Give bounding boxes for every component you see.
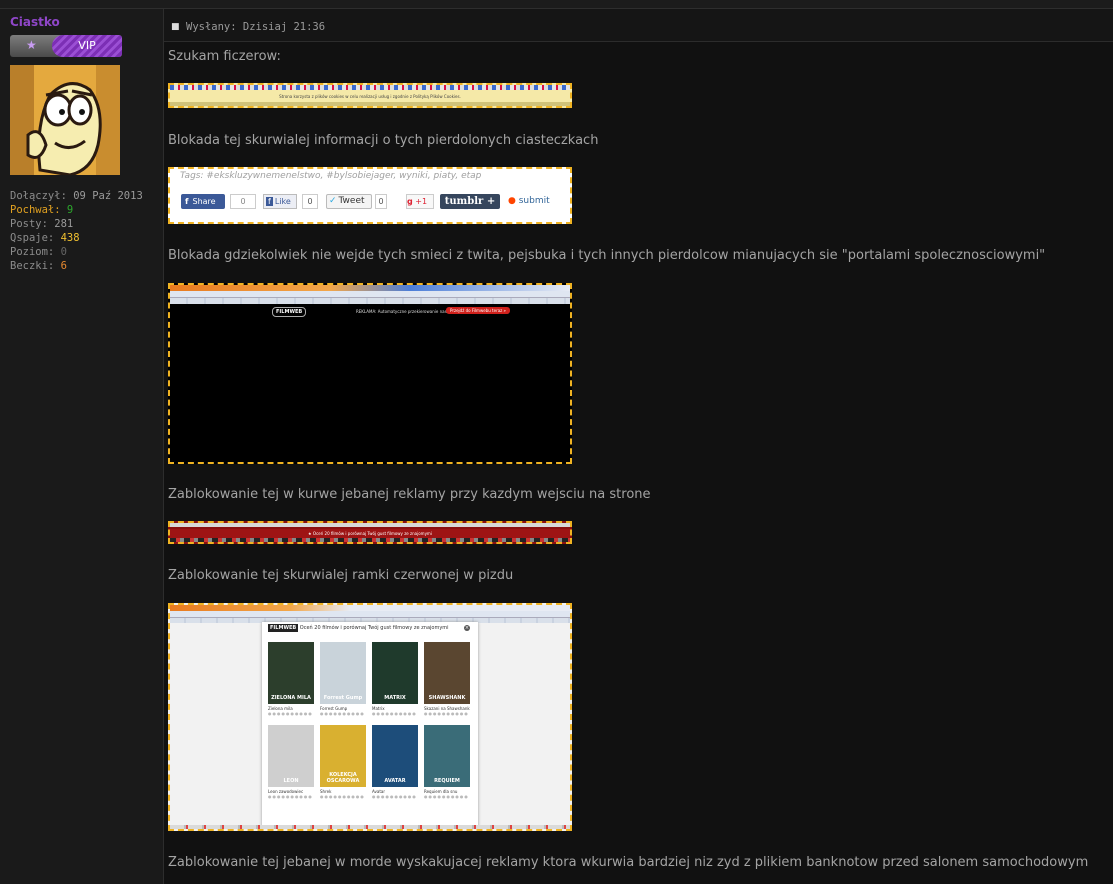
filmweb-brand: FILMWEB [276, 309, 303, 315]
movie-poster: AVATAR [372, 725, 418, 787]
user-profile-sidebar: Ciastko ★ VIP Dołączył: 09 Paź 2013 Poch… [0, 9, 164, 884]
fb-share-button: f Share [181, 194, 225, 209]
movie-card[interactable]: KOLEKCJA OSCAROWA Shrek ●●●●●●●●●● [320, 725, 366, 803]
posted-date: Wysłany: Dzisiaj 21:36 [186, 21, 326, 33]
popup-header: FILMWEB Oceń 20 filmów i porównaj Twój g… [262, 622, 478, 634]
cookie-bar-text: Strona korzysta z plików cookies w celu … [279, 94, 461, 99]
red-frame-text: Oceń 20 filmów i porównaj Twój gust film… [312, 531, 432, 536]
stat-barrels: Beczki: 6 [10, 260, 67, 272]
avatar-image [10, 65, 120, 175]
mini-taskbar [170, 538, 570, 542]
mini-taskbar [170, 85, 570, 90]
tweet-button: ✓ Tweet [326, 194, 372, 209]
reddit-submit: ● submit [508, 194, 550, 209]
rating-stars[interactable]: ●●●●●●●●●● [424, 794, 470, 799]
share-label: Share [192, 197, 216, 206]
avatar[interactable] [10, 65, 120, 175]
rating-stars[interactable]: ●●●●●●●●●● [268, 711, 314, 716]
post-header: ■ Wysłany: Dzisiaj 21:36 [164, 9, 1113, 42]
filmweb-ad-screenshot[interactable]: FILMWEB REKLAMA: Automatyczne przekierow… [168, 283, 572, 464]
like-count: 0 [302, 194, 318, 209]
facebook-icon: f [266, 197, 273, 206]
movie-card[interactable]: ZIELONA MILA Zielona mila ●●●●●●●●●● [268, 642, 314, 720]
stat-qspaje: Qspaje: 438 [10, 232, 80, 244]
facebook-icon: f [185, 197, 189, 206]
mini-page-strip [170, 523, 570, 527]
post-paragraph: Zablokowanie tej jebanej w morde wyskaku… [168, 855, 1089, 870]
movie-poster: SHAWSHANK [424, 642, 470, 704]
post-paragraph: Zablokowanie tej skurwialej ramki czerwo… [168, 568, 514, 583]
tweet-count: 0 [375, 194, 387, 209]
social-tags: Tags: #ekskluzywnemenelstwo, #bylsobieja… [180, 171, 482, 181]
fb-like-button: f Like [263, 194, 297, 209]
movie-poster: KOLEKCJA OSCAROWA [320, 725, 366, 787]
rank-badge: ★ VIP [10, 35, 122, 57]
post-paragraph: Blokada gdziekolwiek nie wejde tych smie… [168, 248, 1046, 263]
user-stats: Dołączył: 09 Paź 2013 Pochwał: 9 Posty: … [10, 189, 143, 273]
rating-stars[interactable]: ●●●●●●●●●● [268, 794, 314, 799]
post-paragraph: Zablokowanie tej w kurwe jebanej reklamy… [168, 487, 651, 502]
rating-stars[interactable]: ●●●●●●●●●● [372, 794, 418, 799]
cookie-bar-screenshot[interactable]: Strona korzysta z plików cookies w celu … [168, 83, 572, 108]
mini-address-bar [170, 611, 570, 618]
google-plus-icon: g [407, 197, 413, 206]
filmweb-logo: FILMWEB [268, 624, 299, 632]
plus-icon: + [486, 196, 496, 207]
submit-label: submit [518, 196, 550, 206]
movie-poster: ZIELONA MILA [268, 642, 314, 704]
movie-card[interactable]: LEON Leon zawodowiec ●●●●●●●●●● [268, 725, 314, 803]
rating-stars[interactable]: ●●●●●●●●●● [424, 711, 470, 716]
tumblr-button: tumblr + [440, 194, 500, 209]
rating-stars[interactable]: ●●●●●●●●●● [320, 711, 366, 716]
post-paragraph: Szukam ficzerow: [168, 49, 281, 64]
filmweb-popup-screenshot[interactable]: FILMWEB Oceń 20 filmów i porównaj Twój g… [168, 603, 572, 831]
stat-joined: Dołączył: 09 Paź 2013 [10, 190, 143, 202]
gplus-button: g +1 [406, 194, 434, 209]
social-widget-screenshot[interactable]: Tags: #ekskluzywnemenelstwo, #bylsobieja… [168, 167, 572, 224]
stat-praise: Pochwał: 9 [10, 204, 74, 216]
tumblr-label: tumblr [444, 196, 484, 207]
red-frame-screenshot[interactable]: ★ Oceń 20 filmów i porównaj Twój gust fi… [168, 521, 572, 544]
mini-taskbar [170, 825, 570, 829]
red-frame-bar: ★ Oceń 20 filmów i porównaj Twój gust fi… [170, 529, 570, 538]
mini-address-bar [170, 291, 570, 298]
rank-label: VIP [52, 35, 122, 57]
star-icon: ★ [26, 38, 37, 52]
tweet-label: Tweet [338, 196, 365, 206]
top-bar [0, 0, 1113, 9]
twitter-icon: ✓ [329, 196, 337, 206]
post-paragraph: Blokada tej skurwialej informacji o tych… [168, 133, 599, 148]
username-link[interactable]: Ciastko [10, 15, 60, 29]
skip-ad-button: Przejdź do Filmwebu teraz » [446, 307, 510, 314]
movie-card[interactable]: SHAWSHANK Skazani na Shawshank ●●●●●●●●●● [424, 642, 470, 720]
mini-bookmarks [170, 298, 570, 304]
star-icon: ★ [308, 531, 312, 536]
mini-scroll [170, 102, 570, 106]
movie-card[interactable]: Forrest Gump Forrest Gump ●●●●●●●●●● [320, 642, 366, 720]
movie-poster: REQUIEM [424, 725, 470, 787]
close-icon: × [464, 625, 470, 631]
movie-card[interactable]: REQUIEM Requiem dla snu ●●●●●●●●●● [424, 725, 470, 803]
movie-poster: MATRIX [372, 642, 418, 704]
like-label: Like [274, 197, 291, 206]
rating-stars[interactable]: ●●●●●●●●●● [372, 711, 418, 716]
filmweb-logo: FILMWEB [272, 307, 307, 317]
movie-poster: LEON [268, 725, 314, 787]
popup-heading: Oceń 20 filmów i porównaj Twój gust film… [299, 625, 449, 631]
movie-card[interactable]: AVATAR Avatar ●●●●●●●●●● [372, 725, 418, 803]
movie-poster: Forrest Gump [320, 642, 366, 704]
share-count: 0 [230, 194, 256, 209]
gplus-label: +1 [415, 197, 428, 206]
reddit-icon: ● [508, 196, 516, 206]
stat-posts: Posty: 281 [10, 218, 74, 230]
rating-stars[interactable]: ●●●●●●●●●● [320, 794, 366, 799]
popup-panel: FILMWEB Oceń 20 filmów i porównaj Twój g… [262, 622, 478, 827]
movie-card[interactable]: MATRIX Matrix ●●●●●●●●●● [372, 642, 418, 720]
post-icon[interactable]: ■ [171, 22, 180, 32]
stat-level: Poziom: 0 [10, 246, 67, 258]
